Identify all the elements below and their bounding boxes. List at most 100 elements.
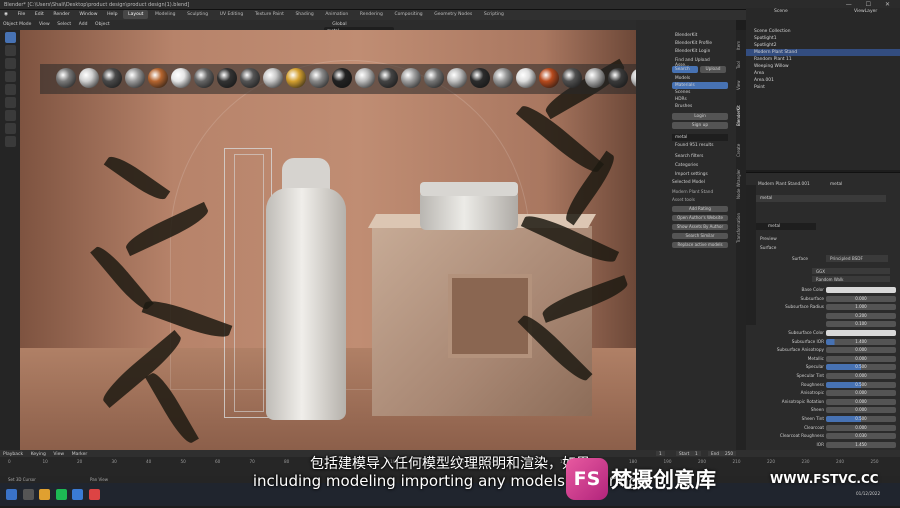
workspace-tab-texture-paint[interactable]: Texture Paint: [250, 10, 289, 19]
workspace-tab-shading[interactable]: Shading: [290, 10, 318, 19]
material-thumbnail[interactable]: [585, 68, 605, 88]
author-website-button[interactable]: Open Author's Website: [672, 215, 728, 221]
viewport-menu-view[interactable]: View: [36, 20, 53, 29]
property-value-field[interactable]: 0.030: [826, 433, 896, 440]
search-icon[interactable]: [22, 489, 34, 500]
category-brushes[interactable]: Brushes: [672, 103, 728, 110]
property-value-field[interactable]: 0.500: [826, 381, 896, 388]
subsurface-method-dropdown[interactable]: Random Walk: [812, 276, 890, 282]
blenderkit-profile[interactable]: BlenderKit Profile: [672, 40, 728, 47]
edge-icon[interactable]: [72, 489, 84, 500]
viewport-menu-add[interactable]: Add: [76, 20, 91, 29]
property-value-field[interactable]: [826, 330, 896, 336]
material-thumbnail[interactable]: [148, 68, 168, 88]
workspace-tab-rendering[interactable]: Rendering: [355, 10, 388, 19]
material-thumbnail[interactable]: [286, 68, 306, 88]
property-value-field[interactable]: 0.000: [826, 295, 896, 302]
property-value-field[interactable]: [826, 287, 896, 293]
spotify-icon[interactable]: [55, 489, 67, 500]
category-materials[interactable]: Materials: [672, 82, 728, 89]
3d-viewport[interactable]: [20, 30, 636, 450]
import-settings-section[interactable]: Import settings: [672, 171, 728, 178]
outliner-row-spotlight2[interactable]: Spotlight2: [746, 42, 900, 49]
material-thumbnail[interactable]: [401, 68, 421, 88]
menu-help[interactable]: Help: [103, 10, 121, 19]
material-thumbnail[interactable]: [102, 68, 122, 88]
property-value-field[interactable]: 0.000: [826, 373, 896, 379]
properties-material-name[interactable]: metal: [830, 182, 842, 187]
blender-logo-icon[interactable]: ◉: [0, 10, 12, 19]
property-value-field[interactable]: 0.200: [826, 312, 896, 319]
selected-model-header[interactable]: Selected Model: [672, 180, 705, 185]
tab-create[interactable]: Create: [736, 138, 746, 162]
login-button[interactable]: Login: [672, 113, 728, 120]
tab-blenderkit[interactable]: BlenderKit: [736, 96, 746, 136]
upload-tab[interactable]: Upload: [700, 66, 726, 73]
workspace-tab-animation[interactable]: Animation: [320, 10, 353, 19]
menu-edit[interactable]: Edit: [31, 10, 48, 19]
property-value-field[interactable]: 0.100: [826, 321, 896, 328]
transform-tool-icon[interactable]: [4, 97, 16, 108]
tab-transformation[interactable]: Transformation: [736, 206, 746, 250]
viewport-menu-select[interactable]: Select: [54, 20, 74, 29]
properties-object-name[interactable]: Modern Plant Stand.001: [758, 182, 810, 187]
surface-shader-dropdown[interactable]: Principled BSDF: [826, 255, 888, 262]
select-tool-icon[interactable]: [4, 32, 16, 43]
material-thumbnail[interactable]: [608, 68, 628, 88]
tab-node-wrangler[interactable]: Node Wrangler: [736, 164, 746, 204]
category-models[interactable]: Models: [672, 75, 728, 82]
property-value-field[interactable]: 0.000: [826, 347, 896, 354]
tab-item[interactable]: Item: [736, 36, 746, 54]
move-tool-icon[interactable]: [4, 58, 16, 69]
workspace-tab-sculpting[interactable]: Sculpting: [182, 10, 213, 19]
annotate-tool-icon[interactable]: [4, 110, 16, 121]
property-value-field[interactable]: 0.000: [826, 390, 896, 397]
window-controls[interactable]: — ☐ ✕: [846, 1, 896, 8]
add-rating-button[interactable]: Add Rating: [672, 206, 728, 212]
rotate-tool-icon[interactable]: [4, 71, 16, 82]
outliner-row-plant-stand[interactable]: Modern Plant Stand: [746, 49, 900, 56]
tab-tool[interactable]: Tool: [736, 56, 746, 74]
start-icon[interactable]: [6, 489, 17, 500]
material-datablock[interactable]: metal: [756, 223, 816, 230]
outliner-row-point[interactable]: Point: [746, 84, 900, 91]
explorer-icon[interactable]: [39, 489, 51, 500]
menu-file[interactable]: File: [14, 10, 30, 19]
outliner-row-weeping-willow[interactable]: Weeping Willow: [746, 63, 900, 70]
property-value-field[interactable]: 1.000: [826, 304, 896, 311]
material-thumbnail[interactable]: [309, 68, 329, 88]
workspace-tab-geometry-nodes[interactable]: Geometry Nodes: [429, 10, 477, 19]
material-thumbnail[interactable]: [194, 68, 214, 88]
material-thumbnail[interactable]: [171, 68, 191, 88]
measure-tool-icon[interactable]: [4, 123, 16, 134]
workspace-tab-layout[interactable]: Layout: [123, 10, 149, 19]
surface-section[interactable]: Surface: [760, 246, 776, 251]
assets-by-author-button[interactable]: Show Assets By Author: [672, 224, 728, 230]
category-scenes[interactable]: Scenes: [672, 89, 728, 96]
add-cube-tool-icon[interactable]: [4, 136, 16, 147]
menu-window[interactable]: Window: [75, 10, 101, 19]
property-value-field[interactable]: 0.500: [826, 364, 896, 371]
material-thumbnail[interactable]: [424, 68, 444, 88]
signup-button[interactable]: Sign up: [672, 122, 728, 129]
blenderkit-login-section[interactable]: BlenderKit Login: [672, 48, 728, 55]
outliner-row-area001[interactable]: Area.001: [746, 77, 900, 84]
search-similar-button[interactable]: Search Similar: [672, 233, 728, 239]
outliner-row-random-plant[interactable]: Random Plant 11: [746, 56, 900, 63]
scene-label[interactable]: Scene: [774, 9, 788, 14]
material-thumbnail[interactable]: [539, 68, 559, 88]
property-value-field[interactable]: 0.000: [826, 355, 896, 362]
property-value-field[interactable]: 1.400: [826, 338, 896, 345]
workspace-tab-modeling[interactable]: Modeling: [150, 10, 180, 19]
property-value-field[interactable]: 0.000: [826, 424, 896, 431]
tab-view[interactable]: View: [736, 76, 746, 94]
material-thumbnail[interactable]: [263, 68, 283, 88]
blenderkit-search-field[interactable]: metal: [672, 134, 728, 141]
property-value-field[interactable]: 0.000: [826, 407, 896, 414]
category-hdrs[interactable]: HDRs: [672, 96, 728, 103]
chrome-icon[interactable]: [88, 489, 100, 500]
workspace-tab-uv-editing[interactable]: UV Editing: [215, 10, 248, 19]
search-tab[interactable]: Search: [672, 66, 698, 73]
distribution-dropdown[interactable]: GGX: [812, 268, 890, 274]
preview-section[interactable]: Preview: [760, 237, 777, 242]
